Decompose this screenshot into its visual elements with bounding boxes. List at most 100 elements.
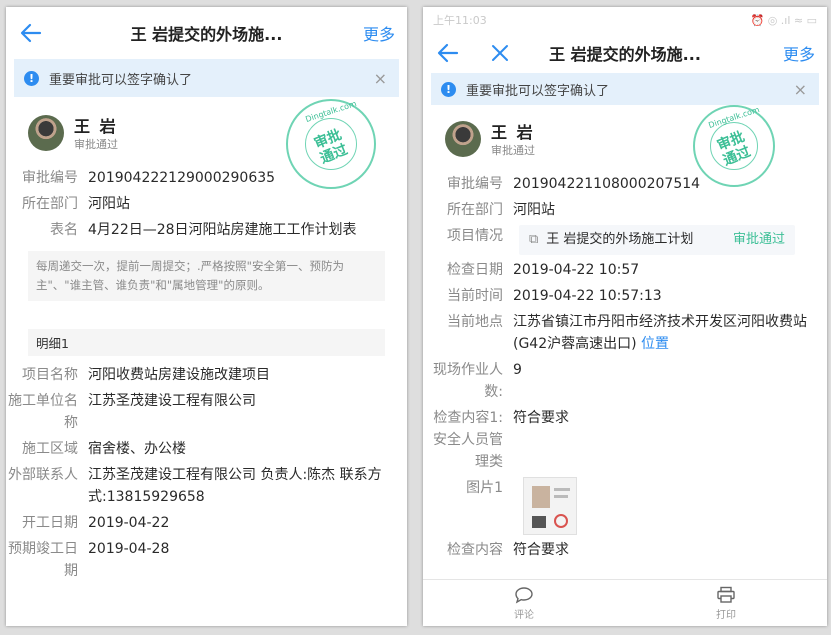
- field-label: 检查内容1: 安全人员管理类: [433, 410, 503, 470]
- avatar[interactable]: [445, 121, 481, 157]
- field-label: 所在部门: [22, 196, 78, 212]
- status-time: 上午11:03: [433, 14, 487, 27]
- detail-fields: 项目名称 河阳收费站房建设施改建项目 施工单位名称 江苏圣茂建设工程有限公司 施…: [6, 362, 407, 584]
- field-label: 当前时间: [447, 288, 503, 304]
- bottom-action-bar: 评论 打印: [423, 579, 827, 626]
- field-label: 外部联系人: [8, 467, 78, 483]
- field-value: 2019-04-22 10:57:13: [513, 288, 662, 304]
- more-button[interactable]: 更多: [783, 41, 815, 65]
- field-label: 项目情况: [447, 228, 503, 244]
- comment-icon: [515, 586, 533, 603]
- field-row: 图片1: [423, 475, 827, 537]
- avatar[interactable]: [28, 115, 64, 151]
- linked-approval-status: 审批通过: [732, 232, 785, 247]
- more-button[interactable]: 更多: [363, 21, 395, 45]
- status-icons: ⏰ ◎ .ıl ≈ ▭: [750, 13, 818, 27]
- detail-row: 外部联系人 江苏圣茂建设工程有限公司 负责人:陈杰 联系方式:138159296…: [6, 462, 407, 510]
- field-label: 检查日期: [447, 262, 503, 278]
- notice-text: 重要审批可以签字确认了: [49, 72, 193, 88]
- notice-banner: ! 重要审批可以签字确认了 ×: [14, 59, 399, 97]
- field-row: 当前地点 江苏省镇江市丹阳市经济技术开发区河阳收费站(G42沪蓉高速出口) 位置: [423, 309, 827, 357]
- back-arrow-icon[interactable]: [18, 20, 44, 46]
- field-label: 审批编号: [22, 170, 78, 186]
- field-row: 检查内容1: 安全人员管理类 符合要求: [423, 405, 827, 475]
- back-arrow-icon[interactable]: [435, 40, 461, 66]
- approved-stamp-icon: Dingtalk.com 审批 通过: [693, 105, 775, 187]
- info-icon: !: [24, 70, 39, 86]
- photo-thumbnail[interactable]: [523, 477, 577, 535]
- notice-banner: ! 重要审批可以签字确认了 ×: [431, 73, 819, 105]
- field-value: 江苏圣茂建设工程有限公司 负责人:陈杰 联系方式:13815929658: [88, 467, 382, 505]
- comment-label: 评论: [514, 609, 534, 621]
- field-value: 2019-04-28: [88, 541, 170, 557]
- field-label: 开工日期: [22, 515, 78, 531]
- field-row: 现场作业人数: 9: [423, 357, 827, 405]
- print-label: 打印: [716, 609, 736, 621]
- field-label: 预期竣工日期: [8, 541, 78, 579]
- field-value: 符合要求: [513, 542, 569, 558]
- field-value: 河阳站: [513, 202, 555, 218]
- field-value: 江苏省镇江市丹阳市经济技术开发区河阳收费站(G42沪蓉高速出口) 位置: [513, 311, 827, 355]
- printer-icon: [717, 586, 735, 603]
- detail-row: 开工日期 2019-04-22: [6, 510, 407, 536]
- nav-bar: 王 岩提交的外场施... 更多: [423, 33, 827, 73]
- field-row: 当前时间 2019-04-22 10:57:13: [423, 283, 827, 309]
- close-notice-icon[interactable]: ×: [794, 80, 807, 99]
- page-title: 王 岩提交的外场施...: [130, 25, 283, 44]
- approval-status: 审批通过: [491, 144, 535, 157]
- field-label: 检查内容: [447, 542, 503, 558]
- approved-stamp-icon: Dingtalk.com 审批 通过: [286, 99, 376, 189]
- info-icon: !: [441, 81, 456, 97]
- field-label: 所在部门: [447, 202, 503, 218]
- applicant-name: 王 岩: [74, 117, 118, 136]
- field-value: 2019-04-22: [88, 515, 170, 531]
- field-row: 项目情况 ⧉ 王 岩提交的外场施工计划 审批通过: [423, 223, 827, 257]
- detail-row: 施工区域 宿舍楼、办公楼: [6, 436, 407, 462]
- applicant-header: 王 岩 审批通过 Dingtalk.com 审批 通过: [6, 99, 407, 189]
- field-row: 所在部门 河阳站: [6, 191, 407, 217]
- field-value: 宿舍楼、办公楼: [88, 441, 186, 457]
- field-value: 河阳站: [88, 196, 130, 212]
- approval-status: 审批通过: [74, 138, 118, 151]
- basic-fields: 审批编号 201904221108000207514 所在部门 河阳站 项目情况…: [423, 171, 827, 563]
- detail-row: 项目名称 河阳收费站房建设施改建项目: [6, 362, 407, 388]
- detail-row: 预期竣工日期 2019-04-28: [6, 536, 407, 584]
- field-value: 2019-04-22 10:57: [513, 262, 640, 278]
- notice-text: 重要审批可以签字确认了: [466, 83, 610, 99]
- detail-section-header: 明细1: [28, 329, 385, 356]
- form-description: 每周递交一次，提前一周提交；.严格按照"安全第一、预防为主"、"谁主管、谁负责"…: [28, 251, 385, 301]
- field-label: 项目名称: [22, 367, 78, 383]
- applicant-name: 王 岩: [491, 123, 535, 142]
- comment-button[interactable]: 评论: [423, 580, 625, 626]
- field-label: 审批编号: [447, 176, 503, 192]
- link-icon: ⧉: [529, 232, 539, 247]
- close-icon[interactable]: [489, 42, 511, 64]
- field-value: 201904221108000207514: [513, 176, 701, 192]
- field-label: 当前地点: [447, 314, 503, 330]
- field-label: 图片1: [466, 480, 503, 496]
- location-link[interactable]: 位置: [641, 336, 669, 352]
- linked-approval-card[interactable]: ⧉ 王 岩提交的外场施工计划 审批通过: [519, 225, 795, 255]
- right-phone-screen: 上午11:03 ⏰ ◎ .ıl ≈ ▭ 王 岩提交的外场施... 更多 ! 重要…: [423, 7, 827, 626]
- left-phone-screen: 王 岩提交的外场施... 更多 ! 重要审批可以签字确认了 × 王 岩 审批通过…: [6, 7, 407, 626]
- applicant-header: 王 岩 审批通过 Dingtalk.com 审批 通过: [423, 105, 827, 187]
- status-bar: 上午11:03 ⏰ ◎ .ıl ≈ ▭: [423, 7, 827, 33]
- field-row: 表名 4月22日—28日河阳站房建施工工作计划表: [6, 217, 407, 243]
- detail-row: 施工单位名称 江苏圣茂建设工程有限公司: [6, 388, 407, 436]
- field-label: 施工区域: [22, 441, 78, 457]
- field-row: 检查内容 符合要求: [423, 537, 827, 563]
- page-title: 王 岩提交的外场施...: [549, 45, 701, 64]
- field-row: 审批编号 201904221108000207514: [423, 171, 827, 197]
- field-row: 检查日期 2019-04-22 10:57: [423, 257, 827, 283]
- field-value: 符合要求: [513, 410, 569, 426]
- linked-approval-name: 王 岩提交的外场施工计划: [546, 232, 694, 247]
- field-value: 江苏圣茂建设工程有限公司: [88, 393, 256, 409]
- print-button[interactable]: 打印: [625, 580, 827, 626]
- field-label: 施工单位名称: [8, 393, 78, 431]
- field-row: 所在部门 河阳站: [423, 197, 827, 223]
- field-value: 4月22日—28日河阳站房建施工工作计划表: [88, 222, 357, 238]
- field-value: 9: [513, 362, 522, 378]
- field-label: 表名: [50, 222, 78, 238]
- field-value: 河阳收费站房建设施改建项目: [88, 367, 270, 383]
- close-notice-icon[interactable]: ×: [374, 69, 387, 88]
